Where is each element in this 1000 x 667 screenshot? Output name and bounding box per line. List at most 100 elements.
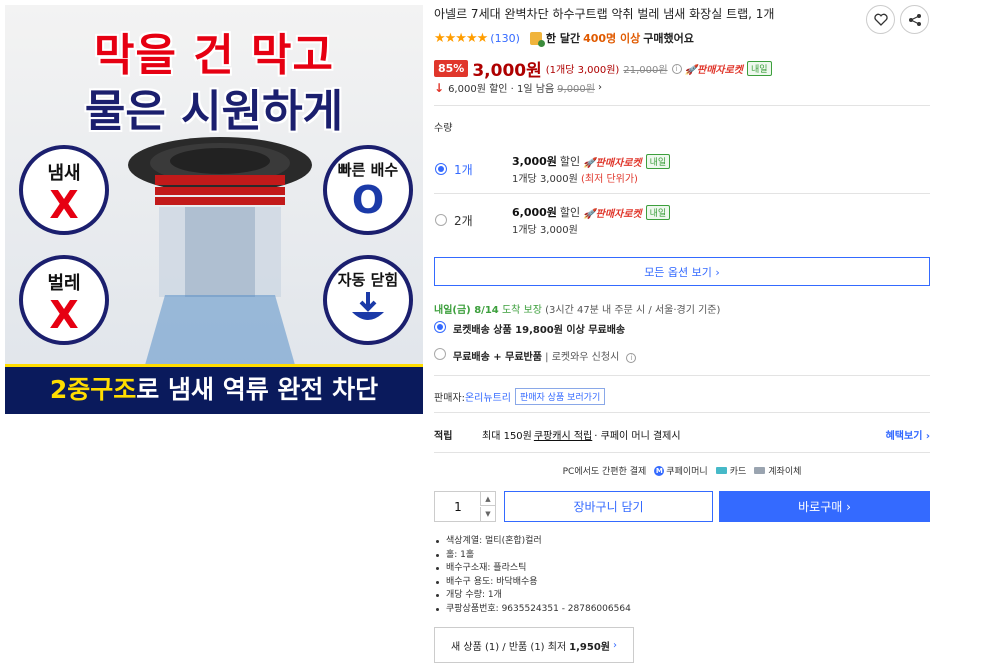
tomorrow-badge: 내일 xyxy=(645,153,671,169)
all-options-button[interactable]: 모든 옵션 보기 › xyxy=(434,257,930,286)
shipping-option-free[interactable]: 무료배송 + 무료반품 | 로켓와우 신청시 i xyxy=(434,347,930,363)
new-used-lowest-price: 1,950원 xyxy=(569,641,610,653)
benefits-link[interactable]: 혜택보기 › xyxy=(886,427,930,442)
auto-close-bubble: 자동 닫힘 xyxy=(323,255,413,345)
tomorrow-badge: 내일 xyxy=(645,204,671,220)
points-label: 적립 xyxy=(434,431,453,442)
banner-highlight: 2중구조 xyxy=(49,375,137,404)
shipping-rocket-radio[interactable] xyxy=(434,321,446,333)
quantity-stepper[interactable]: ▲ ▼ xyxy=(434,491,496,522)
seller-rocket-label: 🚀판매자로켓 xyxy=(684,65,743,76)
chevron-right-icon: › xyxy=(613,639,617,651)
unit-price: (1개당 3,000원) xyxy=(545,65,620,76)
smell-x-mark: X xyxy=(49,183,79,227)
price-row: 85% 3,000원 (1개당 3,000원) 21,000원 i 🚀판매자로켓… xyxy=(434,56,772,81)
spec-item: 색상계열: 멀티(혼합)컬러 xyxy=(434,535,631,549)
coupang-cash-link[interactable]: 쿠팡캐시 적립 xyxy=(534,427,592,442)
payment-intro: PC에서도 간편한 결제 xyxy=(562,467,647,477)
spec-item: 개당 수량: 1개 xyxy=(434,589,631,603)
option-price-value: 3,000원 xyxy=(512,155,557,168)
shipping-free-radio[interactable] xyxy=(434,348,446,360)
delivery-guarantee: 도착 보장 xyxy=(501,305,542,316)
coupay-label: 쿠페이머니 xyxy=(666,467,708,477)
rating-row: ★★★★★ (130) 한 달간 400명 이상 구매했어요 xyxy=(434,30,694,47)
seller-products-button[interactable]: 판매자 상품 보러가기 xyxy=(514,388,606,405)
quantity-label: 수량 xyxy=(434,123,453,134)
bank-icon xyxy=(754,467,766,474)
shipping-option-rocket[interactable]: 로켓배송 상품 19,800원 이상 무료배송 xyxy=(434,320,930,336)
spec-list: 색상계열: 멀티(혼합)컬러 홀: 1홀 배수구소재: 플라스틱 배수구 용도:… xyxy=(434,535,631,616)
bank-transfer: 계좌이체 xyxy=(754,464,801,477)
points-row: 적립 최대 150원 쿠팡캐시 적립 · 쿠페이 머니 결제시 혜택보기 › xyxy=(434,427,930,442)
drain-trap-illustration xyxy=(128,137,312,365)
option-2-pieces[interactable]: 2개 6,000원 할인 🚀판매자로켓 내일 1개당 3,000원 xyxy=(434,203,930,251)
auto-close-icon xyxy=(352,292,384,320)
purchase-count: 400명 이상 xyxy=(583,32,641,45)
bank-label: 계좌이체 xyxy=(768,467,802,477)
points-suffix: · 쿠페이 머니 결제시 xyxy=(594,431,681,442)
delivery-date-value: 내일(금) 8/14 xyxy=(434,305,499,316)
spec-item: 배수구소재: 플라스틱 xyxy=(434,562,631,576)
add-to-cart-button[interactable]: 장바구니 담기 xyxy=(504,491,713,522)
image-headline-1: 막을 건 막고 xyxy=(93,30,335,81)
discount-strike-price: 9,000원 xyxy=(557,84,595,95)
buy-now-button[interactable]: 바로구매 › xyxy=(719,491,930,522)
divider xyxy=(434,452,930,453)
option-name: 2개 xyxy=(454,214,473,228)
chevron-right-icon: › xyxy=(597,82,602,93)
divider xyxy=(434,193,930,194)
card-icon xyxy=(715,467,727,474)
quantity-input[interactable] xyxy=(435,492,481,521)
spec-item: 쿠팡상품번호: 9635524351 - 28786006564 xyxy=(434,603,631,617)
purchase-prefix: 한 달간 xyxy=(545,32,581,45)
share-button[interactable] xyxy=(900,5,929,34)
delivery-detail: (3시간 47분 내 주문 시 / 서울·경기 기준) xyxy=(545,305,721,316)
auto-close-label: 자동 닫힘 xyxy=(337,271,399,289)
info-icon[interactable]: i xyxy=(626,353,637,363)
fast-drain-label: 빠른 배수 xyxy=(337,161,399,179)
quantity-down-icon[interactable]: ▼ xyxy=(480,507,495,521)
seller-row: 판매자: 온리뉴트리 판매자 상품 보러가기 xyxy=(434,388,606,405)
share-icon xyxy=(908,13,921,26)
card-payment: 카드 xyxy=(715,464,747,477)
points-prefix: 최대 150원 xyxy=(482,431,532,442)
shipping-free-label: 무료배송 + 무료반품 xyxy=(453,352,542,363)
discount-rate-badge: 85% xyxy=(434,60,469,77)
discount-text: 6,000원 할인 · 1일 남음 xyxy=(448,84,555,95)
quantity-up-icon[interactable]: ▲ xyxy=(480,492,495,506)
original-price: 21,000원 xyxy=(623,65,668,76)
review-count-link[interactable]: (130) xyxy=(490,32,520,45)
fast-drain-bubble: 빠른 배수 O xyxy=(323,145,413,235)
banner-text: 로 냄새 역류 완전 차단 xyxy=(136,375,379,404)
seller-rocket-label: 🚀판매자로켓 xyxy=(583,208,642,220)
image-headline-2: 물은 시원하게 xyxy=(84,86,344,137)
wishlist-button[interactable] xyxy=(866,5,895,34)
new-used-text: 새 상품 (1) / 반품 (1) 최저 xyxy=(450,641,567,653)
option-1-radio[interactable] xyxy=(435,163,447,175)
discount-info[interactable]: ↓ 6,000원 할인 · 1일 남음 9,000원 › xyxy=(434,80,602,96)
shipping-rocket-label: 로켓배송 상품 19,800원 이상 무료배송 xyxy=(453,325,626,336)
product-title: 아넬르 7세대 완벽차단 하수구트랩 악취 벌레 냄새 화장실 트랩, 1개 xyxy=(434,7,775,21)
product-image[interactable]: 막을 건 막고 물은 시원하게 냄새 X 벌레 X 빠른 배수 O 자동 닫힘 … xyxy=(5,5,423,414)
sale-price: 3,000원 xyxy=(472,61,542,81)
divider xyxy=(434,105,930,106)
rocket-text: 판매자로켓 xyxy=(595,208,642,220)
purchase-suffix: 구매했어요 xyxy=(643,32,694,45)
bugs-x-mark: X xyxy=(49,293,79,337)
spec-item: 홀: 1홀 xyxy=(434,549,631,563)
info-icon[interactable]: i xyxy=(671,63,682,74)
option-unit-text: 1개당 3,000원 xyxy=(512,225,578,236)
new-used-offers-button[interactable]: 새 상품 (1) / 반품 (1) 최저 1,950원 › xyxy=(434,627,634,663)
shipping-free-sub: | 로켓와우 신청시 xyxy=(545,352,620,363)
lowest-unit-label: (최저 단위가) xyxy=(580,174,638,185)
coupay-money: M 쿠페이머니 xyxy=(654,464,708,477)
rating-stars: ★★★★★ xyxy=(434,30,488,46)
bugs-x-bubble: 벌레 X xyxy=(19,255,109,345)
tomorrow-badge: 내일 xyxy=(747,61,772,76)
seller-name-link[interactable]: 온리뉴트리 xyxy=(465,389,511,404)
option-2-radio[interactable] xyxy=(435,214,447,226)
card-label: 카드 xyxy=(729,467,747,477)
shopping-bag-icon xyxy=(529,31,545,47)
spec-item: 배수구 용도: 바닥배수용 xyxy=(434,576,631,590)
smell-label: 냄새 xyxy=(47,163,81,184)
